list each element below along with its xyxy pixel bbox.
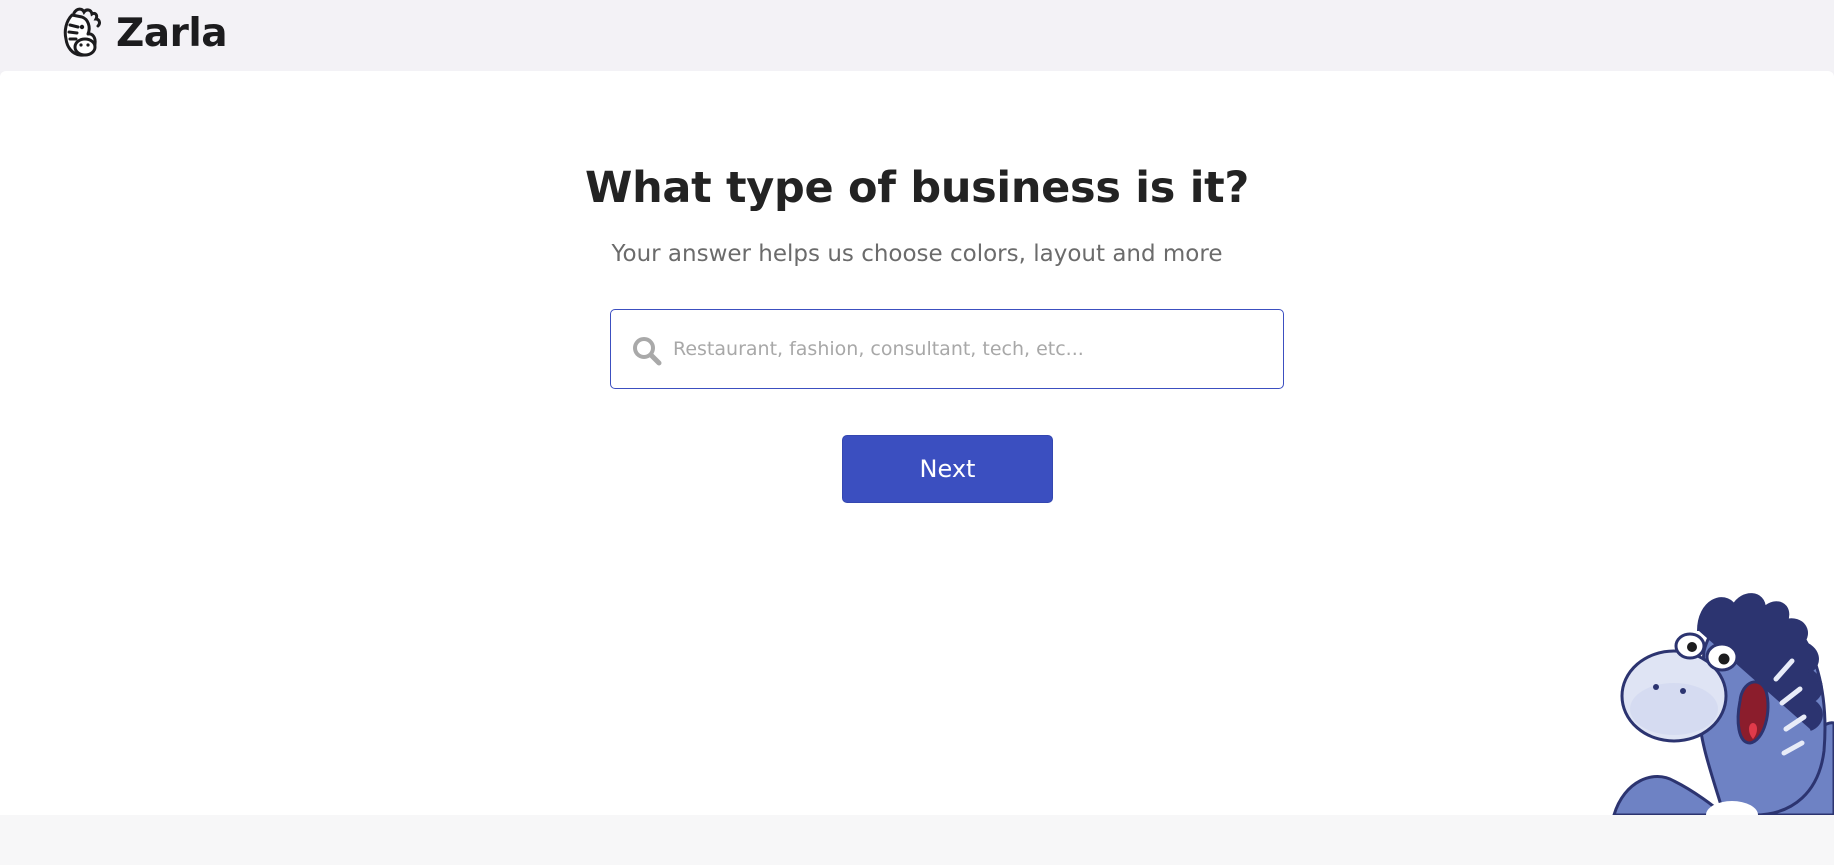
main-panel: What type of business is it? Your answer… bbox=[0, 71, 1834, 815]
top-bar: Zarla bbox=[0, 0, 1834, 71]
zebra-mascot-icon bbox=[1612, 593, 1834, 815]
page-subtitle: Your answer helps us choose colors, layo… bbox=[611, 241, 1223, 267]
zebra-logo-icon bbox=[63, 7, 101, 57]
brand-name: Zarla bbox=[116, 10, 228, 56]
business-type-search[interactable] bbox=[610, 309, 1284, 389]
page-title: What type of business is it? bbox=[584, 163, 1250, 213]
business-type-input[interactable] bbox=[673, 310, 1269, 387]
search-icon bbox=[633, 337, 662, 366]
next-button[interactable]: Next bbox=[842, 435, 1053, 503]
brand-logo-link[interactable]: Zarla bbox=[58, 6, 228, 60]
footer-strip bbox=[0, 815, 1834, 865]
